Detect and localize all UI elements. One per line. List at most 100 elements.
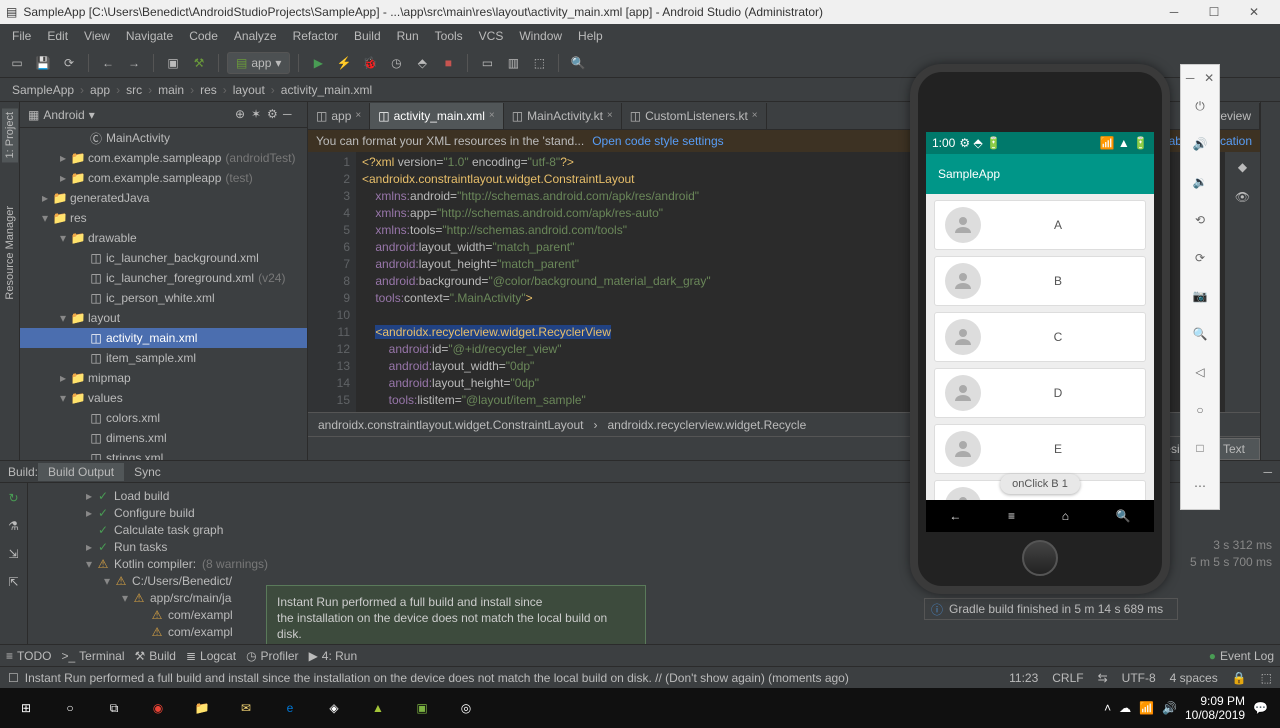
maximize-button[interactable]: ☐: [1194, 2, 1234, 22]
bottom-tab-run[interactable]: ▶4: Run: [309, 649, 358, 663]
tree-item[interactable]: ▸📁com.example.sampleapp(test): [20, 168, 307, 188]
volume-up-icon[interactable]: 🔊: [1182, 125, 1218, 163]
line-gutter[interactable]: 123456789101112131415: [308, 152, 356, 412]
minimize-button[interactable]: ─: [1154, 2, 1194, 22]
palette-icon[interactable]: ◆: [1232, 156, 1254, 178]
explorer-icon[interactable]: 📁: [180, 688, 224, 728]
close-button[interactable]: ✕: [1234, 2, 1274, 22]
tab-build-output[interactable]: Build Output: [38, 463, 124, 481]
attach-icon[interactable]: ⬘: [411, 52, 433, 74]
editor-tab[interactable]: ◫MainActivity.kt×: [504, 103, 622, 129]
more-icon[interactable]: ⋯: [1182, 467, 1218, 505]
menu-view[interactable]: View: [76, 27, 118, 45]
list-item[interactable]: A: [934, 200, 1146, 250]
project-panel-title[interactable]: Android: [43, 108, 84, 122]
back-nav-icon[interactable]: ←: [949, 509, 961, 523]
dropbox-icon[interactable]: ◈: [312, 688, 356, 728]
mail-icon[interactable]: ✉: [224, 688, 268, 728]
apply-changes-icon[interactable]: ⚡: [333, 52, 355, 74]
run-config-selector[interactable]: ▤ app ▾: [227, 52, 290, 74]
editor-tab[interactable]: ◫activity_main.xml×: [370, 103, 504, 129]
indent[interactable]: 4 spaces: [1170, 671, 1218, 685]
dont-show-again-link[interactable]: (Don't show again): [277, 643, 377, 644]
android-navbar[interactable]: ← ≡ ⌂ 🔍: [926, 500, 1154, 532]
menu-refactor[interactable]: Refactor: [285, 27, 346, 45]
expand-all-icon[interactable]: ⇲: [3, 543, 25, 565]
collapse-all-icon[interactable]: ⇱: [3, 571, 25, 593]
tree-item[interactable]: ◫dimens.xml: [20, 428, 307, 448]
tree-item[interactable]: ▸📁com.example.sampleapp(androidTest): [20, 148, 307, 168]
recycler-list[interactable]: ABCDEFonClick B 1: [926, 194, 1154, 502]
event-log-tab[interactable]: ●Event Log: [1209, 649, 1274, 663]
collapse-icon[interactable]: ⚙: [267, 107, 283, 123]
tray-onedrive-icon[interactable]: ☁: [1119, 701, 1131, 715]
forward-icon[interactable]: →: [123, 52, 145, 74]
locate-icon[interactable]: ⊕: [235, 107, 251, 123]
cortana-icon[interactable]: ○: [48, 688, 92, 728]
debug-icon[interactable]: 🐞: [359, 52, 381, 74]
breadcrumb-item[interactable]: main: [154, 81, 188, 99]
breadcrumb-item[interactable]: res: [196, 81, 221, 99]
obs-icon[interactable]: ◎: [444, 688, 488, 728]
tree-item[interactable]: ◫ic_launcher_background.xml: [20, 248, 307, 268]
emulator-screen[interactable]: 1:00 ⚙ ⬘ 🔋 📶 ▲ 🔋 SampleApp ABCDEFonClick…: [926, 132, 1154, 502]
bottom-tab-todo[interactable]: ≡TODO: [6, 649, 51, 663]
bottom-tab-logcat[interactable]: ≣Logcat: [186, 649, 236, 663]
expand-icon[interactable]: ✶: [251, 107, 267, 123]
hide-icon[interactable]: ─: [283, 107, 299, 123]
tray-volume-icon[interactable]: 🔊: [1162, 701, 1177, 715]
tray-network-icon[interactable]: 📶: [1139, 701, 1154, 715]
bottom-tab-build[interactable]: ⚒Build: [135, 649, 176, 663]
tab-sync[interactable]: Sync: [124, 463, 171, 481]
sdk-icon[interactable]: ▥: [502, 52, 524, 74]
tree-item[interactable]: ▾📁res: [20, 208, 307, 228]
menu-build[interactable]: Build: [346, 27, 389, 45]
back-icon[interactable]: ←: [97, 52, 119, 74]
breadcrumb-item[interactable]: src: [122, 81, 146, 99]
editor-tab[interactable]: ◫app×: [308, 103, 370, 129]
home-button[interactable]: [1022, 540, 1058, 576]
menu-run[interactable]: Run: [389, 27, 427, 45]
zoom-icon[interactable]: 🔍: [1182, 315, 1218, 353]
bottom-tool-tabs[interactable]: ≡TODO >_Terminal ⚒Build ≣Logcat ◷Profiler ▶4:…: [0, 644, 1280, 666]
tree-item[interactable]: ⒸMainActivity: [20, 128, 307, 148]
filter-icon[interactable]: ⚗: [3, 515, 25, 537]
make-icon[interactable]: ▣: [162, 52, 184, 74]
app-icon[interactable]: ▣: [400, 688, 444, 728]
rotate-left-icon[interactable]: ⟲: [1182, 201, 1218, 239]
edge-icon[interactable]: e: [268, 688, 312, 728]
project-tree[interactable]: ⒸMainActivity▸📁com.example.sampleapp(and…: [20, 128, 307, 460]
open-code-style-link[interactable]: Open code style settings: [592, 134, 723, 148]
run-icon[interactable]: ▶: [307, 52, 329, 74]
hammer-icon[interactable]: ⚒: [188, 52, 210, 74]
project-tab[interactable]: 1: Project: [2, 108, 18, 162]
save-icon[interactable]: 💾: [32, 52, 54, 74]
menu-code[interactable]: Code: [181, 27, 226, 45]
resource-manager-tab[interactable]: Resource Manager: [2, 202, 18, 304]
android-studio-icon[interactable]: ▲: [356, 688, 400, 728]
bottom-tab-profiler[interactable]: ◷Profiler: [246, 649, 299, 663]
rerun-icon[interactable]: ↻: [3, 487, 25, 509]
tray-up-icon[interactable]: ˄: [1104, 701, 1111, 715]
tree-item[interactable]: ◫colors.xml: [20, 408, 307, 428]
hide-build-icon[interactable]: ─: [1263, 465, 1272, 479]
menu-analyze[interactable]: Analyze: [226, 27, 285, 45]
editor-tab[interactable]: ◫CustomListeners.kt×: [622, 103, 767, 129]
emu-overview-icon[interactable]: □: [1182, 429, 1218, 467]
breadcrumb-item[interactable]: layout: [229, 81, 269, 99]
list-item[interactable]: D: [934, 368, 1146, 418]
windows-taskbar[interactable]: ⊞ ○ ⧉ ◉ 📁 ✉ e ◈ ▲ ▣ ◎ ˄ ☁ 📶 🔊 9:09 PM 10…: [0, 688, 1280, 728]
volume-down-icon[interactable]: 🔉: [1182, 163, 1218, 201]
tree-item[interactable]: ◫ic_launcher_foreground.xml(v24): [20, 268, 307, 288]
tree-item[interactable]: ▸📁generatedJava: [20, 188, 307, 208]
emu-minimize-icon[interactable]: ─: [1186, 71, 1195, 85]
emu-home-icon[interactable]: ○: [1182, 391, 1218, 429]
taskview-icon[interactable]: ⧉: [92, 688, 136, 728]
bottom-tab-terminal[interactable]: >_Terminal: [61, 649, 124, 663]
taskbar-time[interactable]: 9:09 PM: [1185, 694, 1245, 708]
avd-icon[interactable]: ▭: [476, 52, 498, 74]
list-item[interactable]: E: [934, 424, 1146, 474]
home-nav-icon[interactable]: ⌂: [1062, 509, 1069, 523]
menu-tools[interactable]: Tools: [427, 27, 471, 45]
sync-icon[interactable]: ⟳: [58, 52, 80, 74]
